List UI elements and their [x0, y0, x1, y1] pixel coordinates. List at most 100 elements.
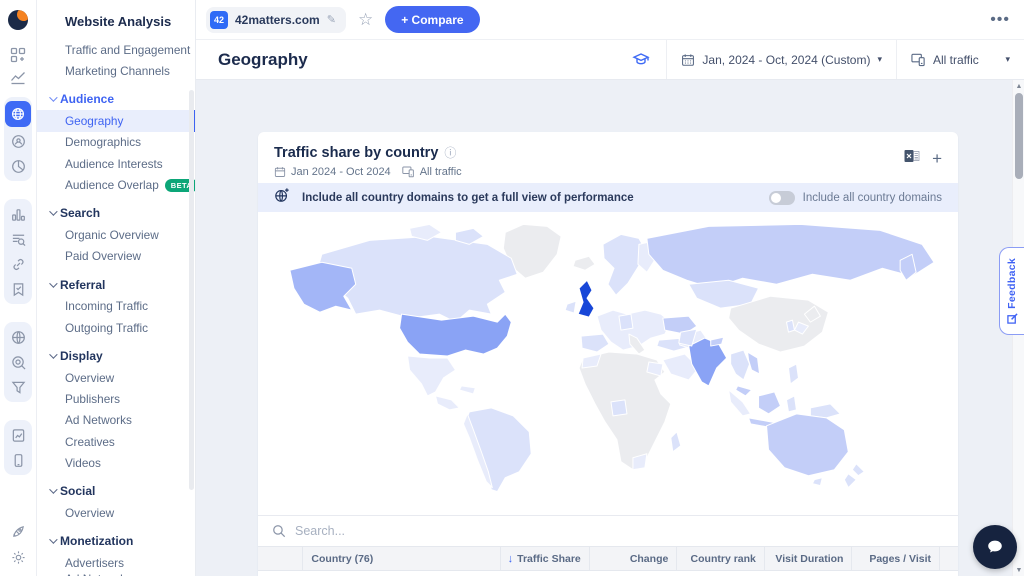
keyword-search-icon[interactable]: [6, 228, 30, 250]
funnel-icon[interactable]: [6, 376, 30, 398]
sidebar-item-incoming-traffic[interactable]: Incoming Traffic: [37, 296, 195, 317]
excel-export-icon[interactable]: [904, 148, 920, 169]
scroll-down-icon[interactable]: ▼: [1013, 564, 1024, 576]
rail-group-audience: [4, 97, 32, 181]
map-country-malaysia[interactable]: [736, 386, 752, 396]
map-country-spain[interactable]: [581, 334, 609, 352]
map-country-mexico[interactable]: [408, 356, 456, 396]
map-country-nepal[interactable]: [711, 337, 724, 346]
bar-chart-icon[interactable]: [6, 203, 30, 225]
map-region-tasmania[interactable]: [812, 478, 822, 486]
sidebar-item-creatives[interactable]: Creatives: [37, 431, 195, 452]
map-region-new-guinea[interactable]: [810, 404, 840, 418]
report-chart-icon[interactable]: [6, 424, 30, 446]
map-region-thailand-myanmar[interactable]: [731, 350, 750, 380]
sidebar-item-outgoing-traffic[interactable]: Outgoing Traffic: [37, 317, 195, 338]
column-header-country-76[interactable]: Country (76): [303, 547, 500, 570]
sidebar-item-label: Videos: [65, 456, 101, 470]
settings-gear-icon[interactable]: [6, 546, 30, 568]
map-country-philippines[interactable]: [788, 364, 798, 384]
bookmark-check-icon[interactable]: [6, 278, 30, 300]
map-country-united-kingdom[interactable]: [578, 280, 594, 317]
similarweb-logo[interactable]: [8, 10, 28, 30]
geography-globe-icon[interactable]: [5, 101, 31, 127]
learning-cap-icon[interactable]: [616, 40, 666, 79]
sidebar-item-audience-interests[interactable]: Audience Interests: [37, 153, 195, 174]
date-range-picker[interactable]: Jan, 2024 - Oct, 2024 (Custom) ▾: [666, 40, 896, 79]
sidebar-section-audience[interactable]: Audience: [37, 88, 195, 110]
column-header-pages-visit[interactable]: Pages / Visit: [852, 547, 940, 570]
domain-selector[interactable]: 42 42matters.com ✎: [206, 7, 346, 33]
demographics-icon[interactable]: [6, 130, 30, 152]
country-search: [258, 515, 958, 546]
sidebar-item-demographics[interactable]: Demographics: [37, 132, 195, 153]
link-icon[interactable]: [6, 253, 30, 275]
scrollbar-thumb[interactable]: [1015, 93, 1023, 179]
traffic-filter-dropdown[interactable]: All traffic ▾: [896, 40, 1024, 79]
map-region-central-america[interactable]: [435, 396, 459, 410]
rocket-icon[interactable]: [6, 520, 30, 542]
sidebar-item-marketing-channels[interactable]: Marketing Channels: [37, 60, 195, 81]
map-country-australia[interactable]: [767, 414, 849, 476]
map-region-nz-north[interactable]: [852, 464, 864, 476]
column-header-country-rank[interactable]: Country rank: [677, 547, 765, 570]
sidebar-item-paid-overview[interactable]: Paid Overview: [37, 246, 195, 267]
interests-pie-icon[interactable]: [6, 155, 30, 177]
info-icon[interactable]: ⓘ: [444, 144, 456, 161]
more-options-icon[interactable]: •••: [990, 11, 1010, 29]
map-country-iceland[interactable]: [573, 256, 595, 270]
include-domains-toggle[interactable]: [769, 191, 795, 205]
sidebar-item-organic-overview[interactable]: Organic Overview: [37, 224, 195, 245]
map-region-nz-south[interactable]: [844, 474, 856, 488]
map-country-india[interactable]: [689, 338, 727, 386]
map-country-madagascar[interactable]: [671, 432, 681, 452]
app-window: Website Analysis Traffic and EngagementM…: [0, 0, 1024, 576]
sidebar-item-overview[interactable]: Overview: [37, 502, 195, 523]
page-header: Geography Jan, 2024 - Oct, 2024 (Custom)…: [196, 40, 1024, 80]
sidebar-section-social[interactable]: Social: [37, 480, 195, 502]
map-country-cuba[interactable]: [459, 386, 475, 394]
sidebar-section-display[interactable]: Display: [37, 345, 195, 367]
map-country-vietnam[interactable]: [748, 352, 760, 374]
sidebar-item-overview[interactable]: Overview: [37, 367, 195, 388]
add-to-dashboard-icon[interactable]: +: [932, 150, 942, 167]
chat-widget-button[interactable]: [973, 525, 1017, 569]
sidebar-section-monetization[interactable]: Monetization: [37, 530, 195, 552]
modules-grid-icon[interactable]: [6, 44, 30, 66]
sidebar-item-traffic-and-engagement[interactable]: Traffic and Engagement: [37, 39, 195, 60]
map-country-germany[interactable]: [619, 314, 633, 330]
map-country-china[interactable]: [729, 296, 829, 352]
map-region-alaska[interactable]: [290, 262, 356, 312]
feedback-button[interactable]: Feedback: [999, 247, 1024, 335]
edit-pencil-icon[interactable]: ✎: [327, 13, 336, 26]
favorite-star-icon[interactable]: ☆: [358, 11, 373, 28]
sidebar-item-advertisers[interactable]: Advertisers: [37, 552, 195, 573]
sidebar-item-videos[interactable]: Videos: [37, 452, 195, 473]
mobile-phone-icon[interactable]: [6, 449, 30, 471]
map-country-south-korea[interactable]: [786, 320, 794, 332]
map-region-canada-arctic-east[interactable]: [455, 228, 483, 244]
map-region-sulawesi[interactable]: [786, 396, 796, 412]
sidebar-item-geography[interactable]: Geography: [37, 110, 195, 131]
ad-search-icon[interactable]: [6, 351, 30, 373]
search-input[interactable]: [295, 524, 695, 538]
sidebar-item-ad-networks[interactable]: Ad Networks: [37, 410, 195, 431]
compare-button[interactable]: + Compare: [385, 6, 479, 33]
sidebar-section-referral[interactable]: Referral: [37, 274, 195, 296]
column-header-change[interactable]: Change: [590, 547, 678, 570]
sidebar-item-audience-overlap[interactable]: Audience OverlapBETA: [37, 174, 195, 195]
display-globe-icon[interactable]: [6, 326, 30, 348]
sidebar-scrollbar[interactable]: [189, 90, 194, 490]
sidebar-nav: Traffic and EngagementMarketing Channels…: [37, 39, 195, 576]
column-header-traffic-share[interactable]: ↓Traffic Share: [501, 547, 590, 570]
map-country-united-states[interactable]: [400, 314, 512, 356]
map-country-nigeria[interactable]: [611, 400, 627, 416]
trend-chart-icon[interactable]: [6, 66, 30, 88]
sidebar-item-publishers[interactable]: Publishers: [37, 388, 195, 409]
scroll-up-icon[interactable]: ▲: [1013, 80, 1024, 92]
column-header-visit-duration[interactable]: Visit Duration: [765, 547, 853, 570]
map-region-borneo[interactable]: [759, 392, 781, 414]
sidebar-section-search[interactable]: Search: [37, 202, 195, 224]
map-country-ireland[interactable]: [565, 301, 576, 313]
map-country-russia[interactable]: [647, 224, 934, 288]
